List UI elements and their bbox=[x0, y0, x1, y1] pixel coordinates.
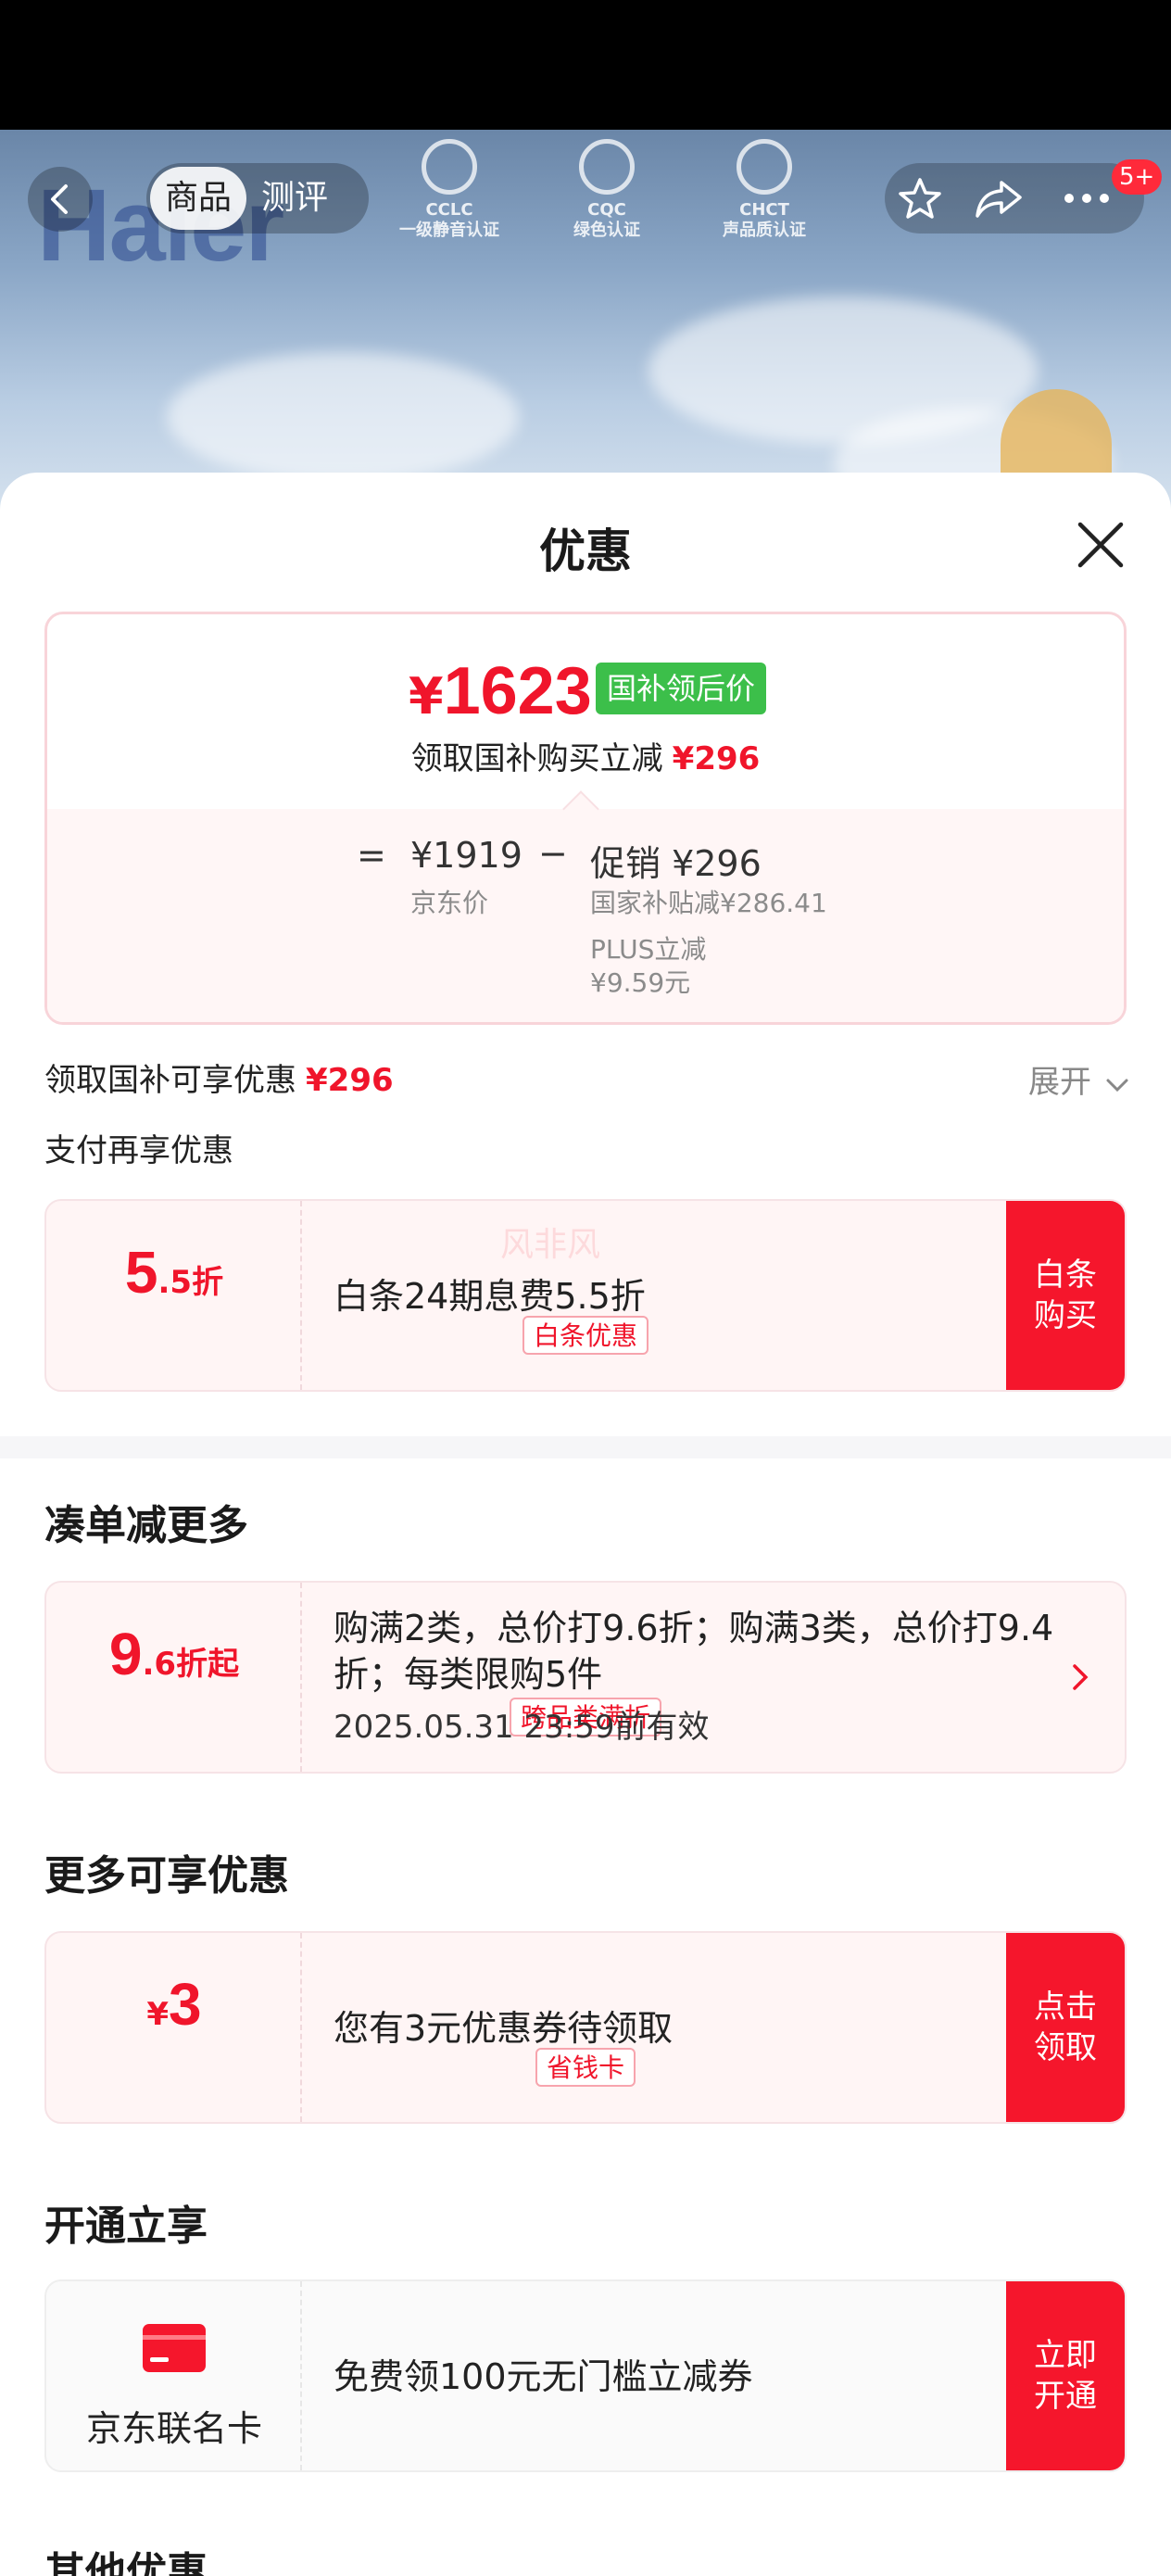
baitiao-desc: 白条24期息费5.5折 bbox=[334, 1276, 646, 1317]
expand-button[interactable]: 展开 bbox=[1028, 1056, 1129, 1102]
saver-tag: 省钱卡 bbox=[535, 2048, 636, 2087]
price-breakdown-card: ¥1623 国补领后价 领取国补购买立减 ¥296 = ¥1919 京东价 − 促… bbox=[44, 612, 1127, 1025]
equals-sign: = bbox=[357, 835, 386, 876]
plus-discount-amount: ¥9.59元 bbox=[590, 967, 691, 998]
baitiao-tag: 白条优惠 bbox=[522, 1316, 649, 1355]
saver-card: ¥3 省钱卡 您有3元优惠券待领取 点击领取 bbox=[44, 1931, 1127, 2124]
pay-discount-title: 支付再享优惠 bbox=[44, 1132, 233, 1169]
cross-category-card[interactable]: 9.6折起 跨品类满折 购满2类，总价打9.6折；购满3类，总价打9.4折；每类… bbox=[44, 1581, 1127, 1774]
message-count-badge: 5+ bbox=[1112, 159, 1163, 195]
chevron-left-icon bbox=[51, 184, 68, 214]
product-tabs: 商品 测评 bbox=[146, 163, 369, 234]
baitiao-discount-value: 5.5折 bbox=[124, 1239, 224, 1306]
cert-chct: CHCT 声品质认证 bbox=[695, 139, 834, 259]
cobrand-card: 京东联名卡 免费领100元无门槛立减券 立即开通 bbox=[44, 2279, 1127, 2472]
minus-sign: − bbox=[538, 833, 568, 874]
status-bar bbox=[0, 0, 1171, 130]
save-line: 领取国补购买立减 ¥296 bbox=[410, 740, 761, 777]
section-title-more: 凑单减更多 bbox=[44, 1502, 248, 1549]
plus-discount-label: PLUS立减 bbox=[590, 934, 707, 965]
gov-subsidy-tag: 国补领后价 bbox=[596, 663, 767, 714]
favorite-button[interactable] bbox=[885, 163, 955, 234]
share-icon bbox=[976, 181, 1022, 218]
watermark-text: 风非风 bbox=[500, 1226, 601, 1264]
section-title-enjoy: 更多可享优惠 bbox=[44, 1852, 289, 1900]
promo-total: 促销 ¥296 bbox=[590, 843, 762, 884]
share-button[interactable] bbox=[963, 163, 1034, 234]
discount-sheet: 优惠 ¥1623 国补领后价 领取国补购买立减 ¥296 = ¥1919 京东价 … bbox=[0, 473, 1171, 2576]
close-button[interactable] bbox=[1075, 519, 1127, 571]
cert-cqc: CQC 绿色认证 bbox=[537, 139, 676, 259]
close-icon bbox=[1077, 522, 1124, 568]
cobrand-card-name: 京东联名卡 bbox=[85, 2408, 262, 2449]
final-price: ¥1623 bbox=[409, 654, 592, 728]
cert-cclc: CCLC 一级静音认证 bbox=[380, 139, 519, 259]
credit-card-icon bbox=[143, 2324, 206, 2372]
back-button[interactable] bbox=[28, 167, 93, 232]
chevron-right-icon bbox=[1073, 1664, 1089, 1690]
tab-product[interactable]: 商品 bbox=[150, 167, 247, 230]
tab-review[interactable]: 测评 bbox=[246, 167, 343, 230]
jd-price: ¥1919 bbox=[410, 835, 523, 876]
gov-subsidy-amount: 国家补贴减¥286.41 bbox=[590, 888, 827, 918]
sheet-title: 优惠 bbox=[539, 524, 632, 578]
baitiao-buy-button[interactable]: 白条购买 bbox=[1006, 1201, 1125, 1390]
section-title-open: 开通立享 bbox=[44, 2203, 208, 2250]
cobrand-desc: 免费领100元无门槛立减券 bbox=[334, 2356, 753, 2397]
more-dots-icon bbox=[1064, 194, 1109, 203]
open-card-button[interactable]: 立即开通 bbox=[1006, 2281, 1125, 2470]
jd-price-label: 京东价 bbox=[410, 888, 489, 918]
claim-coupon-button[interactable]: 点击领取 bbox=[1006, 1933, 1125, 2122]
saver-value: ¥3 bbox=[146, 1971, 202, 2038]
star-icon bbox=[899, 178, 941, 219]
gov-discount-row: 领取国补可享优惠 ¥296 bbox=[44, 1062, 394, 1099]
cross-valid-date: 2025.05.31 23:59前有效 bbox=[334, 1709, 710, 1746]
saver-desc: 您有3元优惠券待领取 bbox=[334, 2008, 674, 2049]
cross-discount-value: 9.6折起 bbox=[108, 1621, 240, 1687]
cross-desc: 购满2类，总价打9.6折；购满3类，总价打9.4折；每类限购5件 bbox=[334, 1608, 1054, 1695]
chevron-down-icon bbox=[1106, 1079, 1128, 1092]
section-title-other: 其他优惠 bbox=[44, 2549, 208, 2576]
